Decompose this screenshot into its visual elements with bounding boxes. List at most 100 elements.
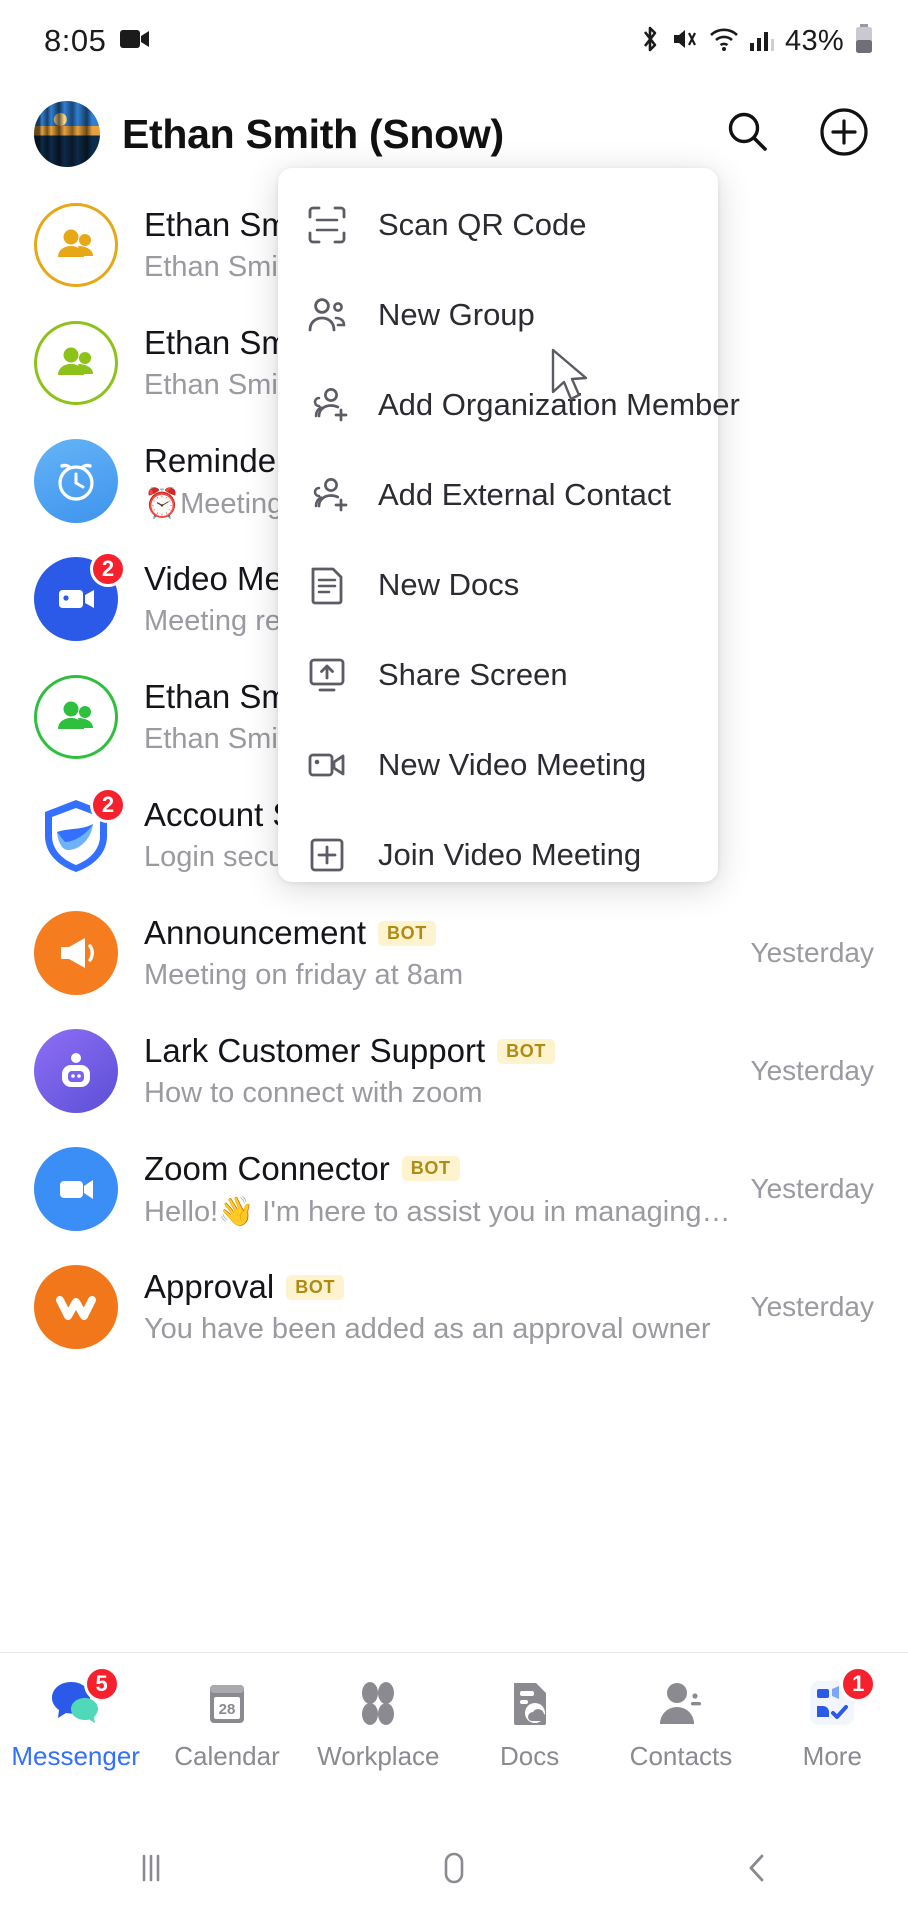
add-external-contact-icon <box>304 472 350 518</box>
menu-item-label: Add External Contact <box>378 477 671 512</box>
new-video-meeting-icon <box>304 742 350 788</box>
home-icon <box>434 1846 474 1895</box>
back-button[interactable] <box>712 1840 802 1900</box>
unread-badge: 2 <box>90 787 126 823</box>
unread-badge: 2 <box>90 551 126 587</box>
list-item-time: Yesterday <box>750 937 875 968</box>
list-item-texts: Zoom Connector BOT Hello!👋 I'm here to a… <box>144 1150 735 1229</box>
list-item-line1: Zoom Connector BOT <box>144 1150 735 1188</box>
video-meeting-avatar: 2 <box>34 551 126 641</box>
nav-item-label: Docs <box>500 1741 560 1771</box>
list-item-texts: Approval BOT You have been added as an a… <box>144 1268 735 1346</box>
lark-support-bot-avatar <box>34 1029 118 1113</box>
share-screen-icon <box>304 652 350 698</box>
announcement-megaphone-avatar <box>34 911 118 995</box>
menu-item-scan-qr-code[interactable]: Scan QR Code <box>278 180 718 270</box>
list-item-time: Yesterday <box>750 1291 875 1322</box>
list-item-subtitle: You have been added as an approval owner <box>144 1313 711 1345</box>
nav-item-label: Messenger <box>11 1741 140 1771</box>
list-item-texts: Lark Customer Support BOT How to connect… <box>144 1032 735 1110</box>
back-chevron-icon <box>740 1847 774 1894</box>
status-bar-right: 43% <box>639 23 874 59</box>
nav-item-docs[interactable]: Docs <box>454 1675 605 1772</box>
list-item[interactable]: Lark Customer Support BOT How to connect… <box>0 1012 908 1130</box>
nav-item-messenger[interactable]: 5 Messenger <box>0 1666 151 1772</box>
menu-item-share-screen[interactable]: Share Screen <box>278 630 718 720</box>
status-bar: 8:05 43% <box>0 0 908 82</box>
mouse-cursor <box>550 348 594 411</box>
menu-item-label: New Video Meeting <box>378 747 647 782</box>
add-button[interactable] <box>818 107 870 162</box>
nav-item-label: Contacts <box>629 1741 733 1771</box>
nav-item-label: Workplace <box>317 1741 440 1771</box>
list-item-title: Zoom Connector <box>144 1149 390 1187</box>
list-item[interactable]: Approval BOT You have been added as an a… <box>0 1248 908 1366</box>
zoom-connector-avatar <box>34 1147 118 1231</box>
status-badge: BOT <box>286 1274 345 1300</box>
menu-item-label: Scan QR Code <box>378 207 587 242</box>
search-button[interactable] <box>722 108 774 160</box>
menu-item-new-docs[interactable]: New Docs <box>278 540 718 630</box>
group-avatar-yellow <box>34 203 118 287</box>
reminder-clock-avatar <box>34 439 118 523</box>
avatar[interactable] <box>34 101 100 167</box>
status-badge: BOT <box>378 920 436 946</box>
menu-item-new-video-meeting[interactable]: New Video Meeting <box>278 720 718 810</box>
workplace-icon <box>350 1675 406 1731</box>
menu-item-label: Share Screen <box>378 657 568 692</box>
home-button[interactable] <box>409 1840 499 1900</box>
status-bar-left: 8:05 <box>44 23 150 59</box>
menu-item-add-organization-member[interactable]: Add Organization Member <box>278 360 740 450</box>
status-badge: BOT <box>401 1156 460 1181</box>
menu-item-label: New Docs <box>378 567 520 602</box>
add-menu-dropdown[interactable]: Scan QR Code New Group Add Organization … <box>278 168 740 882</box>
messenger-icon: 5 <box>48 1666 120 1731</box>
scan-qr-icon <box>304 202 350 248</box>
nav-item-label: Calendar <box>174 1741 280 1771</box>
nav-item-workplace[interactable]: Workplace <box>303 1675 454 1772</box>
list-item-title: Lark Customer Support <box>144 1032 486 1069</box>
menu-item-join-video-meeting[interactable]: Join Video Meeting <box>278 810 718 900</box>
nav-badge: 1 <box>840 1666 877 1702</box>
page-title: Ethan Smith (Snow) <box>122 110 504 157</box>
list-item-subtitle: Meeting on friday at 8am <box>144 959 464 991</box>
nav-badge: 5 <box>83 1666 120 1702</box>
approval-avatar <box>34 1265 118 1349</box>
list-item-time: Yesterday <box>750 1173 875 1204</box>
menu-item-new-group[interactable]: New Group <box>278 270 718 360</box>
status-badge: BOT <box>497 1038 555 1064</box>
video-recording-icon <box>120 28 150 55</box>
android-system-navigation[interactable] <box>0 1820 908 1920</box>
list-item-subtitle: Hello!👋 I'm here to assist you in managi… <box>144 1195 735 1228</box>
menu-item-add-external-contact[interactable]: Add External Contact <box>278 450 718 540</box>
nav-item-calendar[interactable]: 28 Calendar <box>151 1675 302 1772</box>
list-item-line1: Approval BOT <box>144 1268 735 1306</box>
list-item-title: Announcement <box>144 914 366 951</box>
bottom-navigation[interactable]: 5 Messenger 28 Calendar Workplace Docs C… <box>0 1652 908 1820</box>
recents-button[interactable] <box>106 1840 196 1900</box>
nav-item-more[interactable]: 1 More <box>757 1666 908 1772</box>
list-item[interactable]: Zoom Connector BOT Hello!👋 I'm here to a… <box>0 1130 908 1248</box>
battery-percent: 43% <box>785 24 844 57</box>
account-security-shield-avatar: 2 <box>34 787 126 877</box>
group-avatar-green <box>34 675 118 759</box>
list-item-line1: Lark Customer Support BOT <box>144 1032 735 1070</box>
list-item-time: Yesterday <box>750 1055 875 1086</box>
more-apps-icon: 1 <box>804 1666 877 1731</box>
list-item-subtitle: How to connect with zoom <box>144 1077 483 1109</box>
cellular-signal-icon <box>749 26 775 57</box>
status-time: 8:05 <box>44 23 107 58</box>
join-video-meeting-icon <box>304 832 350 878</box>
plus-circle-icon <box>819 107 869 162</box>
calendar-icon: 28 <box>199 1675 255 1731</box>
list-item-line1: Announcement BOT <box>144 914 735 952</box>
list-item[interactable]: Announcement BOT Meeting on friday at 8a… <box>0 894 908 1012</box>
svg-text:28: 28 <box>219 1701 236 1718</box>
wifi-icon <box>709 26 739 57</box>
bluetooth-icon <box>639 24 661 59</box>
nav-item-contacts[interactable]: Contacts <box>605 1675 756 1772</box>
new-group-icon <box>304 292 350 338</box>
mute-icon <box>671 25 699 58</box>
menu-item-label: Join Video Meeting <box>378 837 642 872</box>
phone-screen: 8:05 43% Ethan Smith (Snow) Ethan Smith … <box>0 0 908 1920</box>
